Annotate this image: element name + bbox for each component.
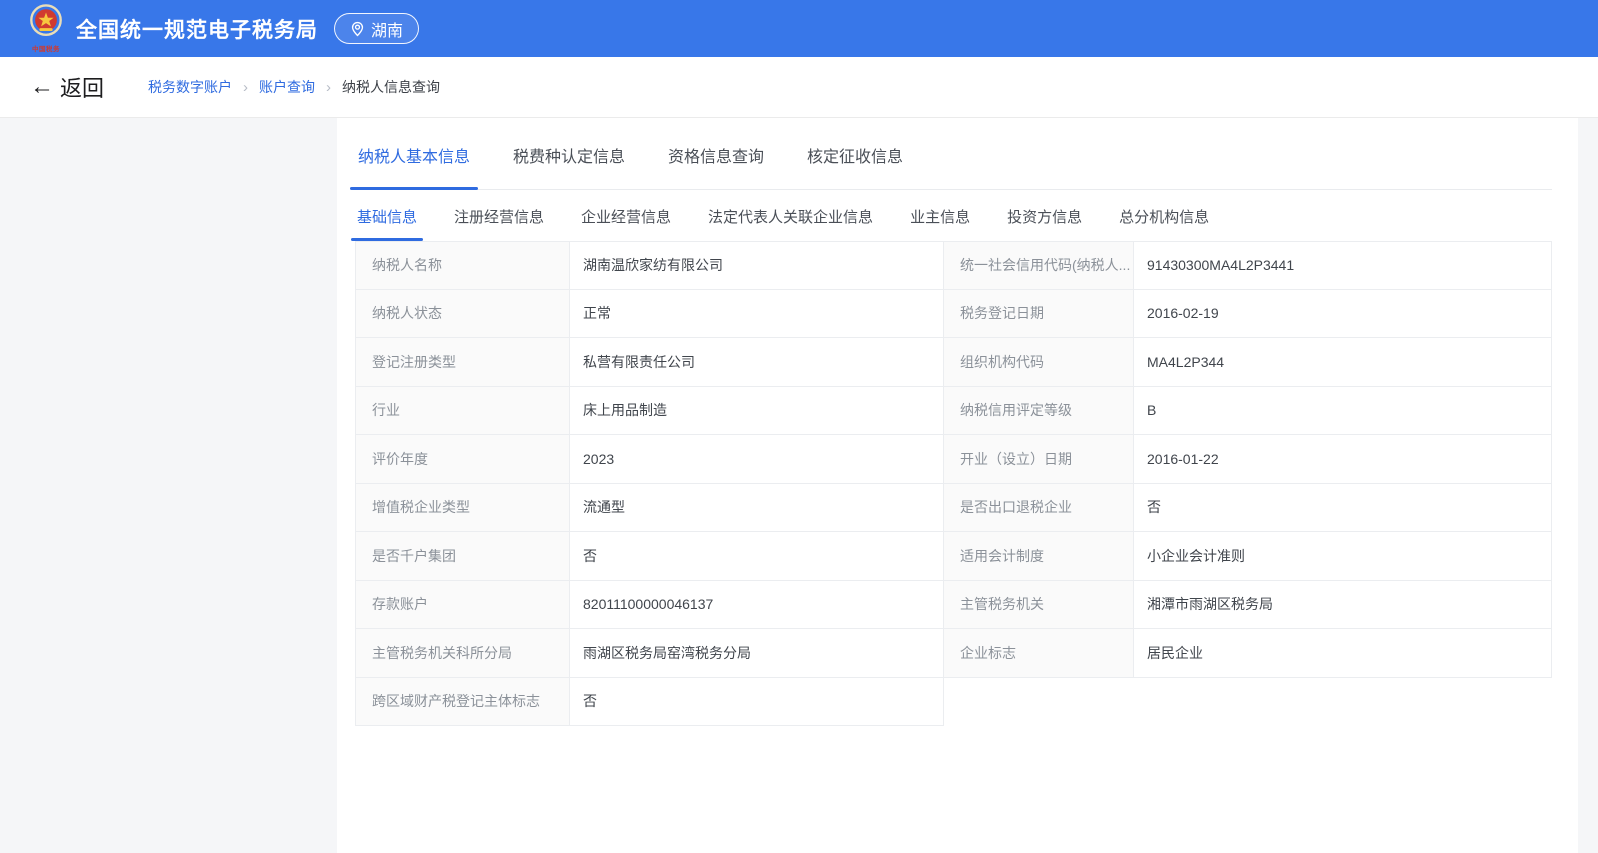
breadcrumb-item-digital-account[interactable]: 税务数字账户 (148, 77, 232, 97)
breadcrumb-item-current: 纳税人信息查询 (342, 77, 440, 97)
back-arrow-icon: ← (30, 75, 54, 99)
breadcrumb: 税务数字账户 › 账户查询 › 纳税人信息查询 (148, 77, 440, 97)
breadcrumb-item-account-query[interactable]: 账户查询 (259, 77, 315, 97)
back-label: 返回 (60, 71, 104, 103)
tab-tax-type-recognition[interactable]: 税费种认定信息 (510, 140, 628, 189)
info-value: 2016-01-22 (1134, 435, 1552, 484)
breadcrumb-separator-icon: › (243, 79, 248, 96)
info-value: 否 (1134, 484, 1552, 533)
info-label: 统一社会信用代码(纳税人... (944, 241, 1134, 290)
info-label: 主管税务机关科所分局 (355, 629, 570, 678)
info-value: 居民企业 (1134, 629, 1552, 678)
sub-tab-bar: 基础信息 注册经营信息 企业经营信息 法定代表人关联企业信息 业主信息 投资方信… (355, 203, 1552, 241)
main-tab-bar: 纳税人基本信息 税费种认定信息 资格信息查询 核定征收信息 (355, 140, 1552, 190)
page-background: 纳税人基本信息 税费种认定信息 资格信息查询 核定征收信息 基础信息 注册经营信… (0, 118, 1598, 853)
info-label: 组织机构代码 (944, 338, 1134, 387)
info-value: 2023 (570, 435, 944, 484)
logo-caption: 中国税务 (32, 43, 60, 53)
breadcrumb-separator-icon: › (326, 79, 331, 96)
info-value: 正常 (570, 290, 944, 339)
info-value: 小企业会计准则 (1134, 532, 1552, 581)
info-label: 存款账户 (355, 581, 570, 630)
national-emblem-logo: 中国税务 (26, 4, 66, 53)
subtab-legal-rep-related[interactable]: 法定代表人关联企业信息 (706, 203, 875, 241)
info-value: 流通型 (570, 484, 944, 533)
empty-cell (944, 678, 1134, 727)
info-value: 82011100000046137 (570, 581, 944, 630)
location-label: 湖南 (371, 17, 403, 41)
info-label: 跨区域财产税登记主体标志 (355, 678, 570, 727)
info-value: 湖南温欣家纺有限公司 (570, 241, 944, 290)
subtab-enterprise-business[interactable]: 企业经营信息 (579, 203, 673, 241)
tab-qualification-query[interactable]: 资格信息查询 (665, 140, 767, 189)
breadcrumb-bar: ← 返回 税务数字账户 › 账户查询 › 纳税人信息查询 (0, 57, 1598, 118)
info-label: 纳税信用评定等级 (944, 387, 1134, 436)
subtab-basic-info[interactable]: 基础信息 (355, 203, 419, 241)
app-title: 全国统一规范电子税务局 (76, 14, 318, 44)
info-label: 纳税人状态 (355, 290, 570, 339)
info-value: 湘潭市雨湖区税务局 (1134, 581, 1552, 630)
info-label: 主管税务机关 (944, 581, 1134, 630)
info-label: 税务登记日期 (944, 290, 1134, 339)
subtab-owner-info[interactable]: 业主信息 (908, 203, 972, 241)
info-value: 床上用品制造 (570, 387, 944, 436)
info-label: 开业（设立）日期 (944, 435, 1134, 484)
info-value: MA4L2P344 (1134, 338, 1552, 387)
location-selector[interactable]: 湖南 (334, 13, 419, 44)
tab-assessed-collection[interactable]: 核定征收信息 (804, 140, 906, 189)
info-value: B (1134, 387, 1552, 436)
info-value: 雨湖区税务局窑湾税务分局 (570, 629, 944, 678)
tab-taxpayer-basic-info[interactable]: 纳税人基本信息 (355, 140, 473, 189)
info-value: 否 (570, 532, 944, 581)
info-label: 行业 (355, 387, 570, 436)
info-label: 企业标志 (944, 629, 1134, 678)
info-label: 增值税企业类型 (355, 484, 570, 533)
info-label: 是否千户集团 (355, 532, 570, 581)
taxpayer-info-table: 纳税人名称 湖南温欣家纺有限公司 统一社会信用代码(纳税人... 9143030… (355, 241, 1552, 726)
info-label: 纳税人名称 (355, 241, 570, 290)
info-label: 是否出口退税企业 (944, 484, 1134, 533)
national-emblem-icon (27, 4, 65, 45)
info-label: 评价年度 (355, 435, 570, 484)
subtab-investor-info[interactable]: 投资方信息 (1005, 203, 1084, 241)
subtab-registration-business[interactable]: 注册经营信息 (452, 203, 546, 241)
info-value: 2016-02-19 (1134, 290, 1552, 339)
info-label: 登记注册类型 (355, 338, 570, 387)
info-label: 适用会计制度 (944, 532, 1134, 581)
info-value: 私营有限责任公司 (570, 338, 944, 387)
location-pin-icon (350, 21, 365, 37)
subtab-head-branch-info[interactable]: 总分机构信息 (1117, 203, 1211, 241)
back-button[interactable]: ← 返回 (30, 71, 104, 103)
app-header: 中国税务 全国统一规范电子税务局 湖南 (0, 0, 1598, 57)
content-panel: 纳税人基本信息 税费种认定信息 资格信息查询 核定征收信息 基础信息 注册经营信… (337, 118, 1578, 853)
info-value: 91430300MA4L2P3441 (1134, 241, 1552, 290)
empty-cell (1134, 678, 1552, 727)
info-value: 否 (570, 678, 944, 727)
